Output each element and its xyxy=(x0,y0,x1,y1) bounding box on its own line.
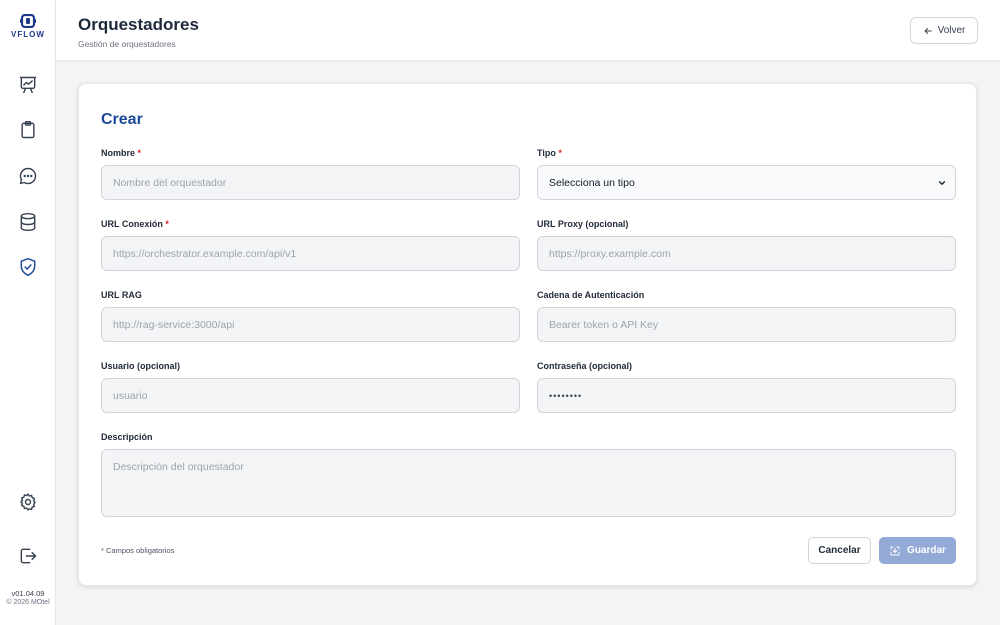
sidebar-item-tasks[interactable] xyxy=(16,118,40,142)
back-button-label: Volver xyxy=(937,25,966,36)
sidebar-item-logout[interactable] xyxy=(16,544,40,568)
cadena-auth-input[interactable]: Bearer token o API Key xyxy=(537,307,956,342)
cadena-auth-label: Cadena de Autenticación xyxy=(537,290,645,300)
url-conexion-label-text: URL Conexión xyxy=(101,219,163,229)
page-header: Orquestadores Gestión de orquestadores V… xyxy=(56,0,1000,61)
sidebar-item-settings[interactable] xyxy=(16,490,40,514)
url-proxy-placeholder: https://proxy.example.com xyxy=(549,247,671,260)
required-mark: * xyxy=(558,148,562,158)
nombre-label: Nombre * xyxy=(101,148,141,158)
cancel-button[interactable]: Cancelar xyxy=(808,537,871,564)
descripcion-label: Descripción xyxy=(101,432,153,442)
clipboard-icon xyxy=(21,120,35,139)
usuario-label: Usuario (opcional) xyxy=(101,361,181,371)
tipo-label-text: Tipo xyxy=(537,148,556,158)
app-logo[interactable]: VFLOW xyxy=(0,14,56,39)
url-rag-placeholder: http://rag-service:3000/api xyxy=(113,318,235,331)
usuario-input[interactable]: usuario xyxy=(101,378,520,413)
cadena-auth-placeholder: Bearer token o API Key xyxy=(549,318,659,331)
page-title: Orquestadores xyxy=(78,15,199,34)
contrasena-label: Contraseña (opcional) xyxy=(537,361,633,371)
url-conexion-input[interactable]: https://orchestrator.example.com/api/v1 xyxy=(101,236,520,271)
sidebar-item-chat[interactable] xyxy=(16,164,40,188)
save-button-label: Guardar xyxy=(907,545,946,556)
form-title: Crear xyxy=(101,111,143,128)
tipo-selected-value: Selecciona un tipo xyxy=(549,176,635,189)
url-conexion-label: URL Conexión * xyxy=(101,219,169,229)
url-conexion-placeholder: https://orchestrator.example.com/api/v1 xyxy=(113,247,297,260)
descripcion-textarea[interactable]: Descripción del orquestador xyxy=(101,449,956,517)
save-button[interactable]: Guardar xyxy=(879,537,956,564)
nombre-input[interactable]: Nombre del orquestador xyxy=(101,165,520,200)
chevron-down-icon xyxy=(938,180,946,185)
back-button[interactable]: Volver xyxy=(910,17,978,44)
url-rag-input[interactable]: http://rag-service:3000/api xyxy=(101,307,520,342)
sidebar-item-database[interactable] xyxy=(16,210,40,234)
version-number: v01.04.09 xyxy=(11,589,45,598)
url-rag-label: URL RAG xyxy=(101,290,142,300)
sidebar: VFLOW v01.04.09 © 2026 MOtel xyxy=(0,0,56,625)
tipo-label: Tipo * xyxy=(537,148,562,158)
nombre-placeholder: Nombre del orquestador xyxy=(113,176,227,189)
contrasena-value: •••••••• xyxy=(549,390,583,401)
save-download-icon xyxy=(890,546,900,555)
database-icon xyxy=(20,212,36,232)
nombre-label-text: Nombre xyxy=(101,148,136,158)
logout-icon xyxy=(20,548,37,564)
app-version: v01.04.09 © 2026 MOtel xyxy=(0,589,56,607)
gear-icon xyxy=(20,493,36,511)
sidebar-item-orchestrators[interactable] xyxy=(16,255,40,279)
required-mark: * xyxy=(137,148,142,158)
url-proxy-label: URL Proxy (opcional) xyxy=(537,219,629,229)
cancel-button-label: Cancelar xyxy=(818,545,861,556)
presentation-chart-icon xyxy=(19,76,37,94)
usuario-placeholder: usuario xyxy=(113,389,148,402)
create-form-card: Crear Nombre * Nombre del orquestador Ti… xyxy=(78,83,977,586)
contrasena-input[interactable]: •••••••• xyxy=(537,378,956,413)
logo-text: VFLOW xyxy=(11,30,45,39)
page-subtitle: Gestión de orquestadores xyxy=(78,39,176,49)
vflow-logo-icon xyxy=(20,14,36,28)
chat-bubble-icon xyxy=(19,167,37,185)
required-mark: * xyxy=(165,219,169,229)
copyright: © 2026 MOtel xyxy=(6,599,50,606)
url-proxy-input[interactable]: https://proxy.example.com xyxy=(537,236,956,271)
arrow-left-icon xyxy=(924,27,932,34)
shield-check-icon xyxy=(20,257,36,277)
sidebar-item-dashboard[interactable] xyxy=(16,73,40,97)
tipo-select[interactable]: Selecciona un tipo xyxy=(537,165,956,200)
descripcion-placeholder: Descripción del orquestador xyxy=(113,461,244,473)
required-fields-note: * Campos obligatorios xyxy=(101,546,175,555)
